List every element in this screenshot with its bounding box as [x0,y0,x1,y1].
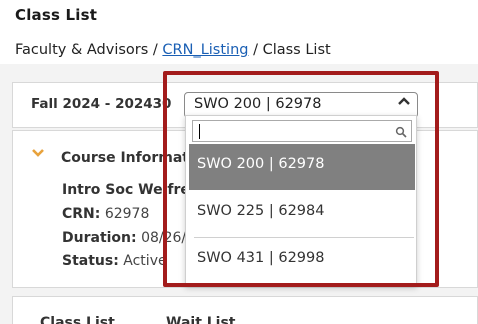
text-cursor [199,124,200,139]
page-title: Class List [15,6,98,24]
course-duration: Duration: 08/26/ [62,230,187,246]
breadcrumb-crn-listing-link[interactable]: CRN_Listing [162,42,248,58]
chevron-up-icon [397,95,411,111]
crn-select-value: SWO 200 | 62978 [194,96,322,112]
dropdown-option[interactable]: SWO 431 | 62998 [186,238,416,284]
tab-class-list[interactable]: Class List [40,315,115,324]
course-info-header[interactable]: Course Informat [61,150,189,166]
crn-dropdown: SWO 200 | 62978 SWO 225 | 62984 SWO 431 … [185,115,417,286]
term-label: Fall 2024 - 202430 [31,96,172,112]
dropdown-search[interactable] [192,120,412,143]
breadcrumb: Faculty & Advisors / CRN_Listing / Class… [15,42,331,58]
dropdown-option[interactable]: SWO 200 | 62978 [189,144,415,190]
course-crn: CRN: 62978 [62,206,150,222]
dropdown-option[interactable]: SWO 225 | 62984 [186,191,416,237]
course-title: Intro Soc Welfre [62,182,190,198]
chevron-down-icon[interactable] [31,147,45,163]
tabs-card: Class List Wait List [12,296,478,324]
tab-wait-list[interactable]: Wait List [166,315,236,324]
dropdown-search-input[interactable] [193,122,383,143]
course-status: Status: Active [62,253,167,269]
breadcrumb-class-list: / Class List [253,42,331,58]
search-icon [395,123,407,142]
breadcrumb-faculty: Faculty & Advisors / [15,42,158,58]
